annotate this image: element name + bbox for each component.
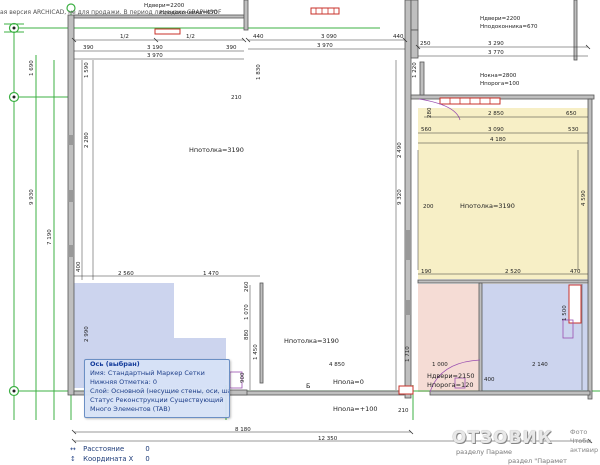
- dim-210: 210: [231, 95, 242, 101]
- axis-markers[interactable]: [8, 3, 76, 397]
- dim-1590: 1 590: [84, 62, 90, 78]
- dim-4590: 4 590: [581, 190, 587, 206]
- label-window-height-right: Hокна=2800: [480, 73, 517, 79]
- dim-400b: 400: [76, 261, 82, 272]
- dim-190: 190: [421, 269, 432, 275]
- room-ceiling-left: Hпотолка=3190: [189, 146, 244, 154]
- dim-470: 470: [570, 269, 581, 275]
- dim-390: 390: [83, 45, 94, 51]
- dim-2140: 2 140: [532, 362, 548, 368]
- distance-arrows-icon: ↔: [70, 445, 76, 453]
- dim-3970-a: 3 970: [147, 53, 163, 59]
- dim-2850: 2 850: [488, 111, 504, 117]
- dim-3970-b: 3 970: [317, 43, 333, 49]
- dim-2990: 2 990: [84, 326, 90, 342]
- label-sill-left: Hподоконника=670: [160, 10, 218, 16]
- dim-3090b: 3 090: [488, 127, 504, 133]
- label-sill-right: Hподоконника=670: [480, 24, 538, 30]
- dim-530: 530: [568, 127, 579, 133]
- dim-4850: 4 850: [329, 362, 345, 368]
- dim-440b: 440: [393, 34, 404, 40]
- dim-1450: 1 450: [253, 344, 259, 360]
- dim-250: 250: [420, 41, 431, 47]
- dim-half-b: 1/2: [186, 34, 195, 40]
- dim-1500: 1 500: [562, 305, 568, 321]
- tooltip-tab-hint: Много Элементов (TAB): [90, 405, 171, 413]
- room-ceiling-right: Hпотолка=3190: [460, 202, 515, 210]
- room-sill-120: Hпорога=120: [427, 381, 473, 389]
- dim-210b: 210: [398, 408, 409, 414]
- otzovik-sub-text: разделу Параме: [456, 448, 513, 456]
- tooltip-status: Статус Реконструкции Существующий: [90, 396, 224, 404]
- label-door-height-left: Hдвери=2200: [144, 3, 185, 9]
- dim-260: 260: [244, 281, 250, 292]
- axis-tooltip: Ось (выбран) Имя: Стандартный Маркер Сет…: [84, 359, 230, 418]
- room-floor-plus100: Hпола=+100: [333, 405, 378, 413]
- label-sill-right2: Hпорога=100: [480, 81, 520, 87]
- dim-2280: 2 280: [84, 132, 90, 148]
- room-floor-zero: Hпола=0: [333, 378, 364, 386]
- dim-3290: 3 290: [488, 41, 504, 47]
- otzovik-sub2-text: раздел "Парамет: [508, 457, 567, 465]
- dim-half-a: 1/2: [120, 34, 129, 40]
- dim-280: 280: [427, 107, 433, 118]
- dim-1220: 1 220: [412, 62, 418, 78]
- coordx-label: Координата X: [83, 455, 134, 463]
- room-ceiling-bottom: Hпотолка=3190: [284, 337, 339, 345]
- dim-2560: 2 560: [118, 271, 134, 277]
- dim-1710: 1 710: [405, 346, 411, 362]
- coordinate-status: ↔ Расстояние 0 ↕ Координата X 0: [70, 444, 230, 464]
- dim-3090: 3 090: [321, 34, 337, 40]
- dim-400: 400: [484, 377, 495, 383]
- dim-3770: 3 770: [488, 50, 504, 56]
- tooltip-layer: Слой: Основной (несущие стены, оси, шахт…: [90, 387, 229, 395]
- dim-12350: 12 350: [318, 436, 338, 442]
- room-right-yellow-fill: [418, 108, 588, 279]
- coordx-value: 0: [145, 455, 150, 463]
- otzovik-brand-text: ОТЗОВИК: [452, 428, 553, 448]
- dim-4180: 4 180: [490, 137, 506, 143]
- room-bottom-left-notch: [174, 283, 226, 338]
- dim-8180: 8 180: [235, 427, 251, 433]
- dim-650: 650: [566, 111, 577, 117]
- dim-3190: 3 190: [147, 45, 163, 51]
- dim-1470: 1 470: [203, 271, 219, 277]
- dim-390b: 390: [226, 45, 237, 51]
- dim-9320: 9 320: [397, 189, 403, 205]
- tooltip-title: Ось (выбран): [90, 360, 140, 368]
- dim-9930: 9 930: [29, 189, 35, 205]
- dim-1830: 1 830: [256, 64, 262, 80]
- dim-440: 440: [253, 34, 264, 40]
- coordx-row: ↕ Координата X 0: [70, 454, 150, 464]
- dim-7190: 7 190: [47, 229, 53, 245]
- dim-560: 560: [421, 127, 432, 133]
- dim-1690: 1 690: [29, 60, 35, 76]
- marker-b: Б: [306, 382, 310, 390]
- tooltip-elevation: Нижняя Отметка: 0: [90, 378, 157, 386]
- dim-2490: 2 490: [397, 142, 403, 158]
- otzovik-watermark-logo: ОТЗОВИК Фото Чтобы активир разделу Парам…: [452, 428, 600, 465]
- dim-1000: 1 000: [432, 362, 448, 368]
- otzovik-side-text: Фото Чтобы активир: [570, 428, 599, 454]
- dim-2520: 2 520: [505, 269, 521, 275]
- room-door-2150: Hдвери=2150: [427, 372, 475, 380]
- dim-200: 200: [423, 204, 434, 210]
- distance-row: ↔ Расстояние 0: [70, 444, 150, 454]
- distance-value: 0: [145, 445, 150, 453]
- label-door-height-right: Hдвери=2200: [480, 16, 521, 22]
- dim-1070: 1 070: [244, 304, 250, 320]
- dim-900: 900: [240, 372, 246, 383]
- tooltip-name: Имя: Стандартный Маркер Сетки: [90, 369, 205, 377]
- distance-label: Расстояние: [83, 445, 125, 453]
- coordinate-x-icon: ↕: [70, 455, 76, 463]
- dim-880: 880: [244, 329, 250, 340]
